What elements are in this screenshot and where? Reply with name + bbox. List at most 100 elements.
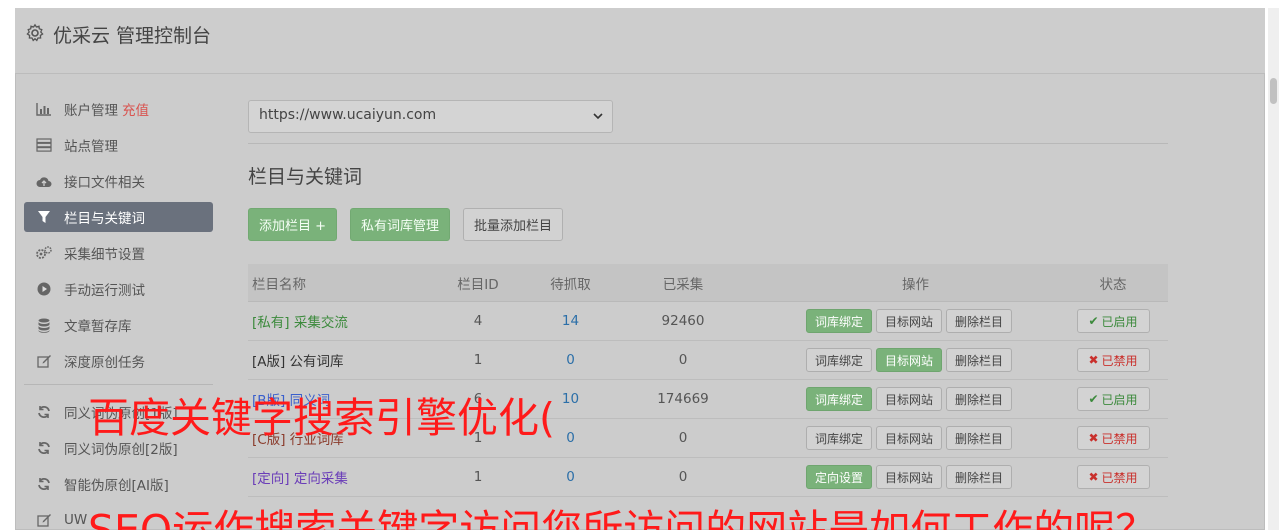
bind-lib-button[interactable]: 词库绑定 (806, 387, 873, 411)
recharge-link[interactable]: 充值 (122, 99, 149, 119)
status-toggle[interactable]: ✖ 已禁用 (1076, 426, 1150, 450)
check-icon: ✔ (1088, 392, 1099, 406)
row-actions: 词库绑定 目标网站 删除栏目 (748, 348, 1048, 372)
target-site-button[interactable]: 目标网站 (876, 309, 943, 333)
col-header-done: 已采集 (662, 276, 704, 293)
pending-count: 14 (561, 313, 580, 329)
collected-count: 0 (678, 430, 688, 446)
collected-count: 174669 (657, 391, 709, 407)
sidebar-item-label: 文章暂存库 (64, 319, 132, 335)
sidebar-item-ai-rewrite[interactable]: 智能伪原创[AI版] (24, 469, 213, 499)
delete-column-button[interactable]: 删除栏目 (946, 426, 1013, 450)
row-actions: 定向设置 目标网站 删除栏目 (748, 465, 1048, 489)
sidebar-item-label: 接口文件相关 (64, 175, 145, 191)
sidebar-item-interface-files[interactable]: 接口文件相关 (24, 166, 213, 196)
collected-count: 92460 (661, 313, 705, 329)
column-id: 4 (473, 313, 483, 329)
cloud-upload-icon (36, 173, 52, 189)
column-id: 1 (473, 352, 483, 368)
table-row: [A版] 公有词库 1 0 0 词库绑定 目标网站 删除栏目 ✖ 已禁用 (248, 341, 1168, 380)
pending-count: 0 (566, 352, 575, 368)
status-toggle[interactable]: ✔ 已启用 (1076, 387, 1150, 411)
sidebar-item-account[interactable]: 账户管理 充值 (24, 94, 213, 124)
database-icon (36, 317, 52, 333)
status-label: 已禁用 (1101, 353, 1138, 368)
column-id: 1 (473, 469, 483, 485)
overlay-caption-line2: SEO运作搜索关键字访问您所访问的网站是如何工作的呢？ (88, 506, 1157, 530)
site-select-value: https://www.ucaiyun.com (259, 107, 437, 123)
sidebar-item-label: 智能伪原创[AI版] (64, 478, 169, 494)
edit-icon (36, 512, 52, 528)
page-scrollbar[interactable] (1268, 8, 1279, 530)
status-toggle[interactable]: ✖ 已禁用 (1076, 465, 1150, 489)
column-name-link[interactable]: [A版] 公有词库 (248, 350, 433, 370)
edit-icon (36, 353, 52, 369)
sidebar-nav: 账户管理 充值 站点管理 接口文件相关 栏目与关键词 采集细节设置 手动运行测试 (24, 94, 213, 530)
delete-column-button[interactable]: 删除栏目 (946, 309, 1013, 333)
section-title: 栏目与关键词 (248, 166, 363, 188)
bind-lib-button[interactable]: 词库绑定 (806, 348, 873, 372)
column-name-link[interactable]: [定向] 定向采集 (248, 467, 433, 487)
sidebar-item-columns-keywords[interactable]: 栏目与关键词 (24, 202, 213, 232)
collected-count: 0 (678, 469, 688, 485)
target-site-button[interactable]: 目标网站 (876, 426, 943, 450)
sidebar-item-label: 栏目与关键词 (64, 211, 145, 227)
status-label: 已启用 (1101, 314, 1138, 329)
close-icon: ✖ (1088, 431, 1099, 445)
bar-chart-icon (36, 101, 52, 117)
main-content: https://www.ucaiyun.com 栏目与关键词 添加栏目 + 私有… (248, 100, 1168, 497)
target-site-button[interactable]: 目标网站 (876, 465, 943, 489)
batch-add-button[interactable]: 批量添加栏目 (463, 208, 564, 241)
sidebar-item-label: UW (64, 512, 88, 528)
sidebar-item-collect-settings[interactable]: 采集细节设置 (24, 238, 213, 268)
table-row: [定向] 定向采集 1 0 0 定向设置 目标网站 删除栏目 ✖ 已禁用 (248, 458, 1168, 497)
chevron-down-icon (593, 113, 603, 120)
status-label: 已禁用 (1101, 431, 1138, 446)
status-label: 已禁用 (1101, 470, 1138, 485)
row-actions: 词库绑定 目标网站 删除栏目 (748, 309, 1048, 333)
divider (248, 143, 1168, 144)
sidebar-item-manual-run[interactable]: 手动运行测试 (24, 274, 213, 304)
bind-lib-button[interactable]: 词库绑定 (806, 426, 873, 450)
overlay-caption-line1: 百度关键字搜索引擎优化( (88, 394, 555, 442)
col-header-wait: 待抓取 (550, 276, 591, 293)
private-lib-button[interactable]: 私有词库管理 (350, 208, 451, 241)
table-row: [私有] 采集交流 4 14 92460 词库绑定 目标网站 删除栏目 ✔ 已启用 (248, 302, 1168, 341)
scrollbar-thumb[interactable] (1270, 78, 1277, 104)
target-site-button[interactable]: 目标网站 (876, 348, 943, 372)
pending-count: 0 (566, 469, 575, 485)
target-site-button[interactable]: 目标网站 (876, 387, 943, 411)
delete-column-button[interactable]: 删除栏目 (946, 387, 1013, 411)
directed-settings-button[interactable]: 定向设置 (806, 465, 873, 489)
gears-icon (36, 245, 52, 261)
sidebar-item-label: 站点管理 (64, 139, 118, 155)
bind-lib-button[interactable]: 词库绑定 (806, 309, 873, 333)
site-select[interactable]: https://www.ucaiyun.com (248, 100, 613, 133)
delete-column-button[interactable]: 删除栏目 (946, 465, 1013, 489)
status-toggle[interactable]: ✖ 已禁用 (1076, 348, 1150, 372)
refresh-icon (36, 404, 52, 420)
add-column-button[interactable]: 添加栏目 + (248, 208, 338, 241)
gear-icon (26, 23, 44, 42)
close-icon: ✖ (1088, 470, 1099, 484)
table-header: 栏目名称 栏目ID 待抓取 已采集 操作 状态 (248, 264, 1168, 302)
sidebar-item-article-storage[interactable]: 文章暂存库 (24, 310, 213, 340)
check-icon: ✔ (1088, 314, 1099, 328)
sidebar-item-label: 手动运行测试 (64, 283, 145, 299)
refresh-icon (36, 440, 52, 456)
col-header-ops: 操作 (902, 276, 929, 293)
row-actions: 词库绑定 目标网站 删除栏目 (748, 426, 1048, 450)
filter-icon (36, 209, 52, 225)
col-header-name: 栏目名称 (252, 276, 306, 293)
sidebar-item-deep-original[interactable]: 深度原创任务 (24, 346, 213, 376)
refresh-icon (36, 476, 52, 492)
column-name-link[interactable]: [私有] 采集交流 (248, 311, 433, 331)
top-header: 优采云 管理控制台 (15, 8, 1265, 74)
sidebar-item-sites[interactable]: 站点管理 (24, 130, 213, 160)
status-toggle[interactable]: ✔ 已启用 (1076, 309, 1150, 333)
collected-count: 0 (678, 352, 688, 368)
sidebar-item-label: 采集细节设置 (64, 247, 145, 263)
delete-column-button[interactable]: 删除栏目 (946, 348, 1013, 372)
columns-table: 栏目名称 栏目ID 待抓取 已采集 操作 状态 [私有] 采集交流 4 14 9… (248, 264, 1168, 497)
col-header-state: 状态 (1099, 276, 1127, 293)
